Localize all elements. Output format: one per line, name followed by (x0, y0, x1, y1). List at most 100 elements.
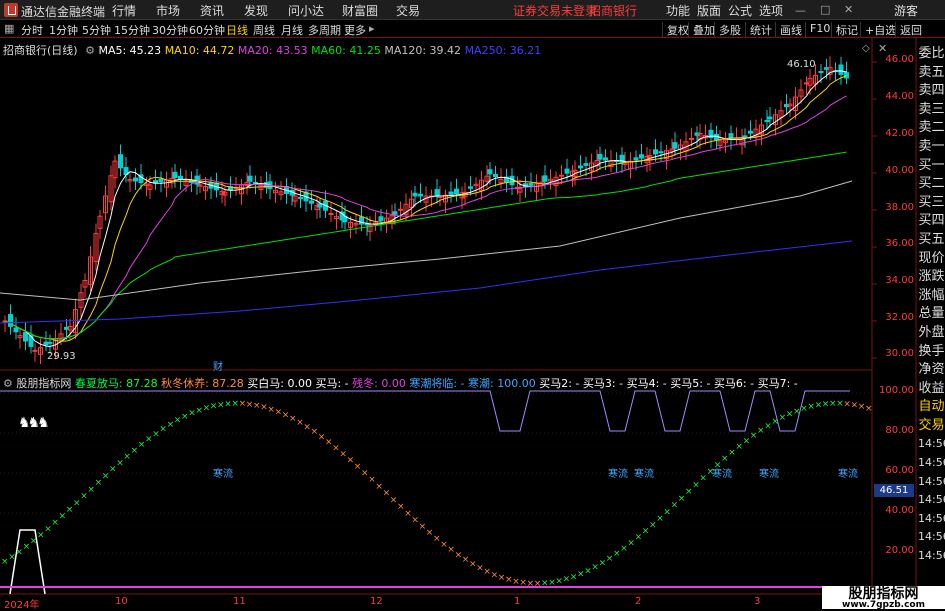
candle-body (639, 154, 644, 159)
candle-body (468, 186, 473, 189)
flow-label: 寒流 (838, 469, 858, 480)
menu-function[interactable]: 功能 (666, 2, 690, 19)
ind-buy7: 买马7: - (757, 377, 798, 390)
period-day[interactable]: 日线 (226, 22, 248, 38)
btn-f10[interactable]: F10 (805, 22, 834, 38)
minimize-icon[interactable]: — (795, 4, 806, 17)
candle-body (764, 119, 770, 122)
sidebar-item[interactable]: 现价 (918, 250, 945, 269)
sidebar-item[interactable]: 收益 (918, 380, 945, 399)
candle-body (178, 175, 183, 180)
menu-hq[interactable]: 行情 (112, 2, 136, 19)
candle-body (158, 178, 164, 183)
menu-market[interactable]: 市场 (156, 2, 180, 19)
sidebar-item[interactable]: 买一 (918, 157, 945, 176)
ind-y-tick: 40.00 (885, 505, 914, 516)
period-more[interactable]: 更多 (344, 22, 366, 38)
finance-marker[interactable]: 财 (213, 358, 223, 373)
sidebar-item[interactable]: 卖三 (918, 101, 945, 120)
btn-back[interactable]: 返回 (895, 22, 926, 38)
sidebar-item[interactable]: 买四 (918, 212, 945, 231)
ma250-label: MA250: 36.21 (464, 44, 542, 57)
sidebar-item[interactable]: 卖四 (918, 82, 945, 101)
candle-body (32, 349, 38, 352)
candle-body (542, 175, 548, 182)
close-icon[interactable]: ✕ (844, 3, 853, 16)
sidebar-item[interactable]: 涨跌 (918, 268, 945, 287)
sidebar-item[interactable]: 净资 (918, 361, 945, 380)
candle-body (653, 149, 658, 155)
btn-biaoji[interactable]: 标记 (831, 22, 862, 38)
btn-duogu[interactable]: 多股 (714, 22, 745, 38)
candle-body (43, 341, 49, 346)
period-month[interactable]: 月线 (281, 22, 303, 38)
ma10-label: MA10: 44.72 (164, 44, 235, 57)
sidebar-item[interactable]: 总量 (918, 305, 945, 324)
period-5min[interactable]: 5分钟 (82, 22, 111, 38)
period-30min[interactable]: 30分钟 (152, 22, 188, 38)
x-tick: 1 (514, 596, 521, 607)
period-1min[interactable]: 1分钟 (49, 22, 78, 38)
period-week[interactable]: 周线 (253, 22, 275, 38)
candle-body (23, 331, 28, 342)
candle-body (844, 72, 849, 79)
menu-news[interactable]: 资讯 (200, 2, 224, 19)
sidebar-item[interactable]: 卖五 (918, 64, 945, 83)
indicator-settings-icon[interactable]: ⚙ (3, 377, 13, 390)
sidebar-item[interactable]: 买二 (918, 175, 945, 194)
candle-body (378, 216, 384, 222)
ind-buy-horse: 买马: - (315, 377, 349, 390)
maximize-icon[interactable]: □ (820, 3, 830, 16)
candle-body (172, 171, 178, 179)
sidebar-item[interactable]: 买三 (918, 194, 945, 213)
menu-options[interactable]: 选项 (759, 2, 783, 19)
stock-name-top: 招商银行 (589, 4, 638, 18)
chart-type-icon[interactable]: ▦ (4, 22, 14, 35)
high-label: 46.10 (787, 59, 816, 70)
settings-icon[interactable]: ⚙ (85, 44, 95, 57)
menu-wealth[interactable]: 财富圈 (342, 2, 378, 19)
trade-time: 14:56 (918, 530, 945, 544)
menu-formula[interactable]: 公式 (728, 2, 752, 19)
sidebar-item[interactable]: 自动 (918, 398, 945, 417)
indicator-legend: ⚙ 股朋指标网 春夏放马: 87.28 秋冬休养: 87.28 买白马: 0.0… (3, 375, 798, 391)
candle-body (838, 64, 844, 75)
btn-tongji[interactable]: 统计 (745, 22, 776, 38)
ind-spring: 春夏放马: 87.28 (74, 377, 158, 390)
sidebar-item[interactable]: 涨幅 (918, 287, 945, 306)
ind-y-tick: 20.00 (885, 545, 914, 556)
candle-body (298, 196, 303, 199)
app-title: 通达信金融终端 (21, 5, 106, 19)
user-label[interactable]: 游客 (894, 2, 918, 19)
period-60min[interactable]: 60分钟 (189, 22, 225, 38)
sidebar-item[interactable]: 买五 (918, 231, 945, 250)
ma5-label: MA5: 45.23 (98, 44, 162, 57)
sidebar-item[interactable]: 卖一 (918, 138, 945, 157)
menu-wenxiaoda[interactable]: 问小达 (288, 2, 324, 19)
candle-body (398, 208, 403, 211)
x-tick: 10 (115, 596, 128, 607)
sidebar-item[interactable]: 交易 (918, 417, 945, 436)
sidebar-item[interactable]: 外盘 (918, 324, 945, 343)
period-15min[interactable]: 15分钟 (114, 22, 150, 38)
candle-body (454, 188, 459, 195)
x-tick: 2 (635, 596, 642, 607)
candle-body (487, 169, 493, 175)
kline-svg[interactable]: × × ×××××××××××××××××××× × × × × × × × × × × × × × × × × × ×… (0, 38, 945, 609)
login-notice[interactable]: 证券交易未登录 (513, 2, 597, 19)
menu-trade[interactable]: 交易 (396, 2, 420, 19)
chart-area[interactable]: × × × × × × × × × × × × × × × × × × × × × × × × × × × × × × × × × × × × × × × ×… (0, 38, 945, 611)
sidebar-item[interactable]: 卖二 (918, 119, 945, 138)
low-label: 29.93 (47, 351, 76, 362)
candle-body (133, 177, 138, 182)
btn-huaxian[interactable]: 画线 (775, 22, 806, 38)
sidebar-item[interactable]: 委比 (918, 45, 945, 64)
ma250-line (0, 240, 853, 324)
period-multi[interactable]: 多周期 (308, 22, 341, 38)
diamond-icon[interactable]: ◇ (862, 43, 870, 54)
period-fenshi[interactable]: 分时 (21, 22, 43, 38)
more-dropdown-icon[interactable]: ▸ (369, 22, 375, 35)
menu-discover[interactable]: 发现 (244, 2, 268, 19)
menu-layout[interactable]: 版面 (697, 2, 721, 19)
sidebar-item[interactable]: 换手 (918, 343, 945, 362)
